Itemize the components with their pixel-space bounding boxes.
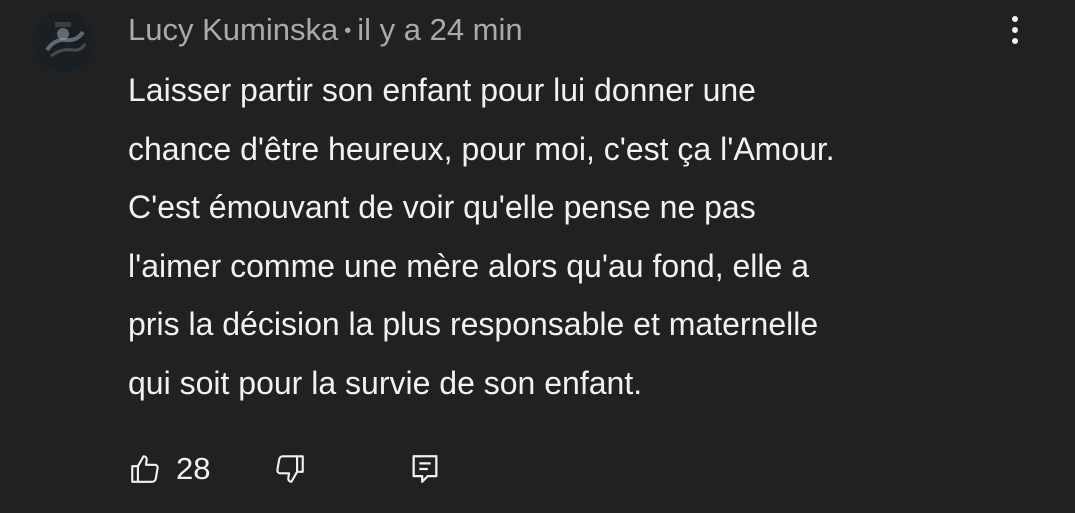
more-vertical-icon-dot: [1012, 27, 1018, 33]
reply-button[interactable]: [408, 444, 442, 494]
comment-menu-button[interactable]: [1000, 10, 1030, 50]
comment-timestamp[interactable]: il y a 24 min: [357, 12, 522, 47]
reply-comment-icon: [408, 452, 442, 486]
more-vertical-icon: [1012, 16, 1018, 22]
comment-header: Lucy Kuminska • il y a 24 min: [128, 10, 523, 50]
author-name[interactable]: Lucy Kuminska: [128, 12, 338, 47]
dislike-button[interactable]: [273, 444, 307, 494]
like-button[interactable]: 28: [128, 444, 210, 494]
like-count: 28: [176, 451, 211, 486]
avatar[interactable]: [33, 10, 95, 72]
header-separator: •: [344, 20, 352, 42]
thumbs-down-icon: [273, 452, 307, 486]
comment-card: Lucy Kuminska • il y a 24 min Laisser part…: [0, 0, 1075, 513]
avatar-image: [33, 10, 95, 72]
more-vertical-icon-dot: [1012, 38, 1018, 44]
thumbs-up-icon: [128, 452, 162, 486]
comment-text: Laisser partir son enfant pour lui donne…: [128, 72, 835, 401]
